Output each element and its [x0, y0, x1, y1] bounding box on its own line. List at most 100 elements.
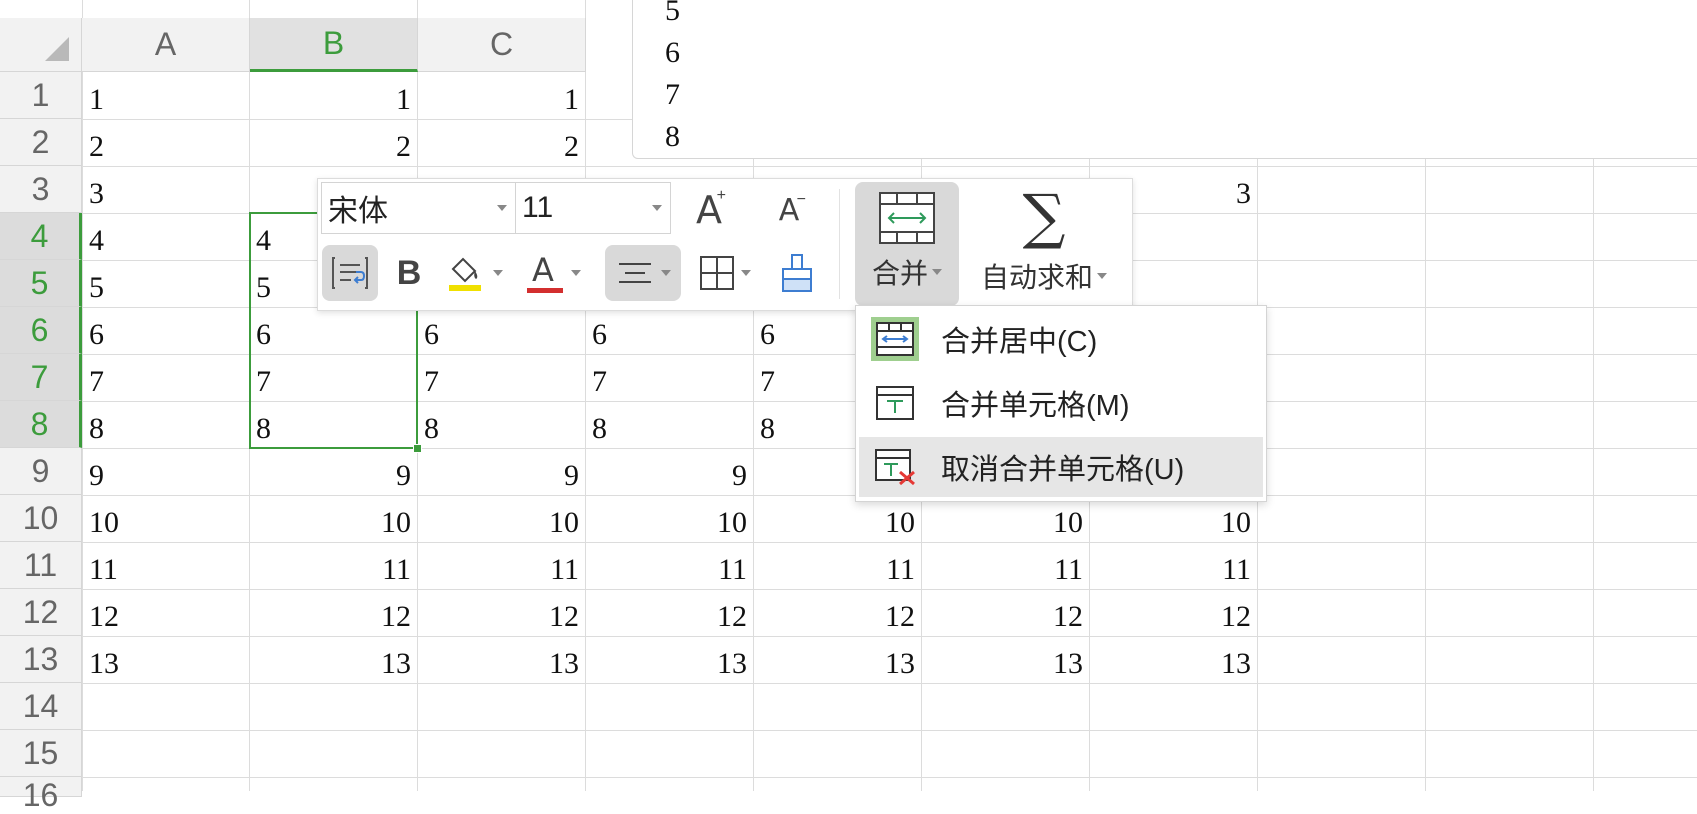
cell-d13[interactable]: 13 — [586, 636, 753, 683]
cell-c7[interactable]: 7 — [418, 354, 585, 401]
cell-a10[interactable]: 10 — [83, 495, 249, 542]
font-size-select[interactable]: 11 — [515, 182, 671, 234]
cell-a2[interactable]: 2 — [83, 119, 249, 166]
cell-b12[interactable]: 12 — [250, 589, 417, 636]
cell-c10[interactable]: 10 — [418, 495, 585, 542]
row-header-6[interactable]: 6 — [0, 307, 82, 354]
preview-line: 5 — [665, 0, 680, 27]
cell-a7[interactable]: 7 — [83, 354, 249, 401]
cell-f12[interactable]: 12 — [922, 589, 1089, 636]
shrink-font-button[interactable]: A − — [760, 185, 818, 235]
row-header-3[interactable]: 3 — [0, 166, 82, 213]
cell-c9[interactable]: 9 — [418, 448, 585, 495]
row-header-4[interactable]: 4 — [0, 213, 82, 260]
cell-c1[interactable]: 1 — [418, 72, 585, 119]
font-color-button[interactable]: A — [520, 245, 588, 301]
grid-line — [0, 683, 1697, 684]
cell-d6[interactable]: 6 — [586, 307, 753, 354]
cell-e11[interactable]: 11 — [754, 542, 921, 589]
cell-d7[interactable]: 7 — [586, 354, 753, 401]
cell-e12[interactable]: 12 — [754, 589, 921, 636]
cell-d8[interactable]: 8 — [586, 401, 753, 448]
paint-bucket-icon — [449, 257, 481, 291]
cell-a5[interactable]: 5 — [83, 260, 249, 307]
cell-f10[interactable]: 10 — [922, 495, 1089, 542]
unmerge-cells-icon — [871, 445, 919, 489]
column-header-b[interactable]: B — [250, 18, 418, 72]
cell-d11[interactable]: 11 — [586, 542, 753, 589]
cell-a12[interactable]: 12 — [83, 589, 249, 636]
column-header-c[interactable]: C — [418, 18, 586, 72]
row-header-16[interactable]: 16 — [0, 777, 82, 813]
cell-a3[interactable]: 3 — [83, 166, 249, 213]
row-header-11[interactable]: 11 — [0, 542, 82, 589]
format-painter-button[interactable] — [769, 245, 825, 301]
minus-icon: − — [796, 191, 806, 208]
borders-button[interactable] — [690, 245, 760, 301]
cell-e13[interactable]: 13 — [754, 636, 921, 683]
select-all-corner[interactable] — [0, 18, 82, 72]
borders-icon — [700, 256, 734, 290]
row-header-1[interactable]: 1 — [0, 72, 82, 119]
chevron-down-icon — [497, 205, 507, 211]
row-header-7[interactable]: 7 — [0, 354, 82, 401]
bold-button[interactable]: B — [384, 245, 434, 301]
cell-a9[interactable]: 9 — [83, 448, 249, 495]
mini-toolbar: 宋体 11 A + A − B A 合并 ∑ 自动求和 — [317, 178, 1133, 311]
chevron-down-icon — [571, 270, 581, 276]
cell-g13[interactable]: 13 — [1090, 636, 1257, 683]
cell-d9[interactable]: 9 — [586, 448, 753, 495]
cell-b9[interactable]: 9 — [250, 448, 417, 495]
fill-color-button[interactable] — [440, 245, 508, 301]
row-header-2[interactable]: 2 — [0, 119, 82, 166]
cell-g11[interactable]: 11 — [1090, 542, 1257, 589]
row-header-9[interactable]: 9 — [0, 448, 82, 495]
cell-b1[interactable]: 1 — [250, 72, 417, 119]
cell-b13[interactable]: 13 — [250, 636, 417, 683]
cell-c13[interactable]: 13 — [418, 636, 585, 683]
row-header-13[interactable]: 13 — [0, 636, 82, 683]
cell-a8[interactable]: 8 — [83, 401, 249, 448]
cell-f13[interactable]: 13 — [922, 636, 1089, 683]
cell-f11[interactable]: 11 — [922, 542, 1089, 589]
row-header-8[interactable]: 8 — [0, 401, 82, 448]
chevron-down-icon — [652, 205, 662, 211]
align-center-button[interactable] — [605, 245, 681, 301]
cell-g12[interactable]: 12 — [1090, 589, 1257, 636]
row-header-14[interactable]: 14 — [0, 683, 82, 730]
font-name-select[interactable]: 宋体 — [321, 182, 516, 234]
cell-c11[interactable]: 11 — [418, 542, 585, 589]
cell-a4[interactable]: 4 — [83, 213, 249, 260]
fill-handle[interactable] — [413, 444, 422, 453]
chevron-down-icon — [1097, 273, 1107, 279]
cell-a11[interactable]: 11 — [83, 542, 249, 589]
cell-a6[interactable]: 6 — [83, 307, 249, 354]
cell-a1[interactable]: 1 — [83, 72, 249, 119]
menu-item-merge-cells[interactable]: 合并单元格(M) — [859, 373, 1263, 433]
cell-b10[interactable]: 10 — [250, 495, 417, 542]
wrap-text-button[interactable] — [322, 245, 378, 301]
cell-g10[interactable]: 10 — [1090, 495, 1257, 542]
merge-button[interactable]: 合并 — [855, 182, 959, 306]
cell-c12[interactable]: 12 — [418, 589, 585, 636]
row-header-10[interactable]: 10 — [0, 495, 82, 542]
cell-c2[interactable]: 2 — [418, 119, 585, 166]
cell-c6[interactable]: 6 — [418, 307, 585, 354]
cell-d10[interactable]: 10 — [586, 495, 753, 542]
cell-d12[interactable]: 12 — [586, 589, 753, 636]
sum-icon: ∑ — [1022, 182, 1066, 252]
font-color-swatch — [527, 288, 563, 293]
column-header-a[interactable]: A — [82, 18, 250, 72]
menu-item-merge-center[interactable]: 合并居中(C) — [859, 309, 1263, 369]
row-header-12[interactable]: 12 — [0, 589, 82, 636]
cell-c8[interactable]: 8 — [418, 401, 585, 448]
menu-item-unmerge-cells[interactable]: 取消合并单元格(U) — [859, 437, 1263, 497]
cell-e10[interactable]: 10 — [754, 495, 921, 542]
autosum-button[interactable]: ∑ 自动求和 — [969, 182, 1119, 306]
cell-b2[interactable]: 2 — [250, 119, 417, 166]
cell-b11[interactable]: 11 — [250, 542, 417, 589]
grow-font-button[interactable]: A + — [680, 185, 738, 235]
row-header-15[interactable]: 15 — [0, 730, 82, 777]
cell-a13[interactable]: 13 — [83, 636, 249, 683]
row-header-5[interactable]: 5 — [0, 260, 82, 307]
